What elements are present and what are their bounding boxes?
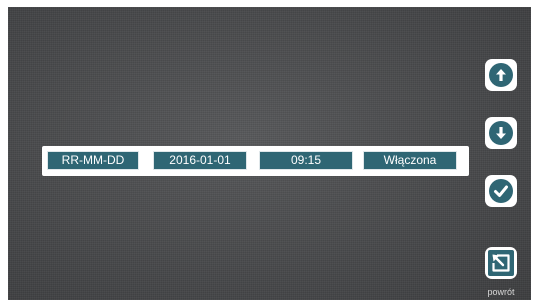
down-button[interactable]	[485, 117, 517, 149]
back-label: powrót	[487, 287, 515, 297]
arrow-down-circle-icon	[489, 121, 513, 145]
back-button[interactable]	[485, 247, 517, 279]
date-format-field[interactable]: RR-MM-DD	[47, 151, 139, 170]
date-field[interactable]: 2016-01-01	[153, 151, 247, 170]
time-field[interactable]: 09:15	[259, 151, 353, 170]
date-time-settings-panel: RR-MM-DD 2016-01-01 09:15 Włączona	[42, 146, 469, 176]
checkmark-circle-icon	[489, 179, 513, 203]
arrow-up-circle-icon	[489, 63, 513, 87]
up-button[interactable]	[485, 59, 517, 91]
device-frame: RR-MM-DD 2016-01-01 09:15 Włączona powró…	[0, 0, 539, 307]
state-field[interactable]: Włączona	[363, 151, 457, 170]
confirm-button[interactable]	[485, 175, 517, 207]
back-arrow-icon	[488, 250, 514, 276]
screen: RR-MM-DD 2016-01-01 09:15 Włączona powró…	[8, 7, 531, 300]
